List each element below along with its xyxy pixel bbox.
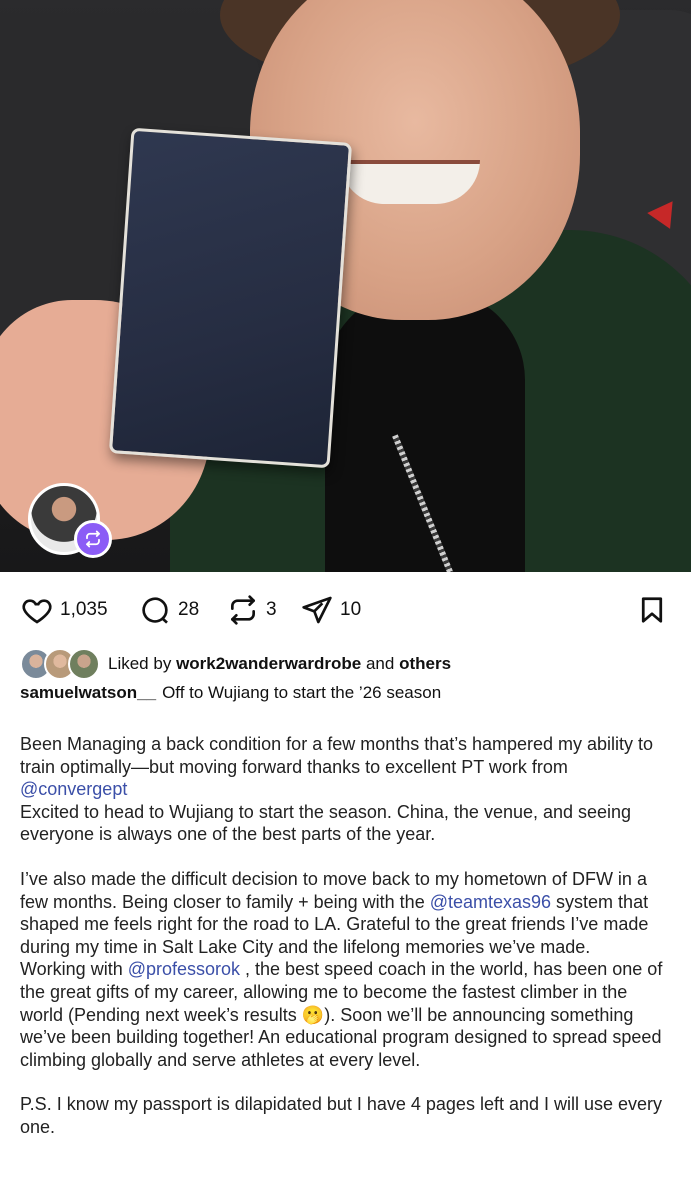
liked-by-others[interactable]: others: [399, 654, 451, 674]
caption-body: Been Managing a back condition for a few…: [20, 733, 675, 1139]
caption-paragraph: Excited to head to Wujiang to start the …: [20, 801, 632, 845]
caption-paragraph: Been Managing a back condition for a few…: [20, 733, 675, 801]
caption-headline: Off to Wujiang to start the ’26 season: [162, 683, 442, 702]
author-username[interactable]: samuelwatson__: [20, 683, 156, 702]
repost-count: 3: [266, 599, 277, 620]
share-icon: [302, 596, 332, 624]
mention-link[interactable]: @convergept: [20, 779, 127, 799]
bookmark-button[interactable]: [637, 594, 667, 631]
like-count: 1,035: [60, 599, 108, 620]
liked-by-row[interactable]: Liked by work2wanderwardrobe and others: [20, 648, 451, 680]
bookmark-icon: [641, 597, 663, 623]
avatar: [68, 648, 100, 680]
comment-button[interactable]: 28: [138, 594, 199, 626]
repost-button[interactable]: 3: [226, 594, 277, 626]
liked-by-user[interactable]: work2wanderwardrobe: [176, 654, 361, 674]
share-count: 10: [340, 599, 362, 620]
caption-paragraph: P.S. I know my passport is dilapidated b…: [20, 1094, 663, 1137]
comment-count: 28: [178, 599, 200, 620]
caption-paragraph: Working with @professorok , the best spe…: [20, 958, 675, 1071]
like-button[interactable]: 1,035: [20, 594, 108, 626]
liker-avatars: [20, 648, 100, 680]
mention-link[interactable]: @teamtexas96: [430, 892, 551, 912]
repost-icon: [231, 595, 255, 625]
post-photo[interactable]: [0, 0, 691, 572]
comment-icon: [142, 597, 168, 624]
share-button[interactable]: 10: [300, 594, 361, 626]
caption-paragraph: I’ve also made the difficult decision to…: [20, 868, 675, 958]
mention-link[interactable]: @professorok: [128, 959, 240, 979]
passport: [108, 127, 353, 469]
shirt: [325, 290, 525, 572]
heart-icon: [22, 599, 52, 624]
collab-icon[interactable]: [74, 520, 112, 558]
action-bar: 1,035 28 3 10: [0, 572, 691, 648]
liked-by-joiner: and: [365, 654, 395, 673]
smile: [340, 160, 480, 204]
caption-headline-row: samuelwatson__ Off to Wujiang to start th…: [20, 683, 441, 703]
caption-text: Been Managing a back condition for a few…: [20, 734, 654, 777]
liked-by-prefix: Liked by: [108, 654, 172, 673]
caption-text: Working with: [20, 959, 128, 980]
emoji: 🫢: [301, 1004, 325, 1025]
